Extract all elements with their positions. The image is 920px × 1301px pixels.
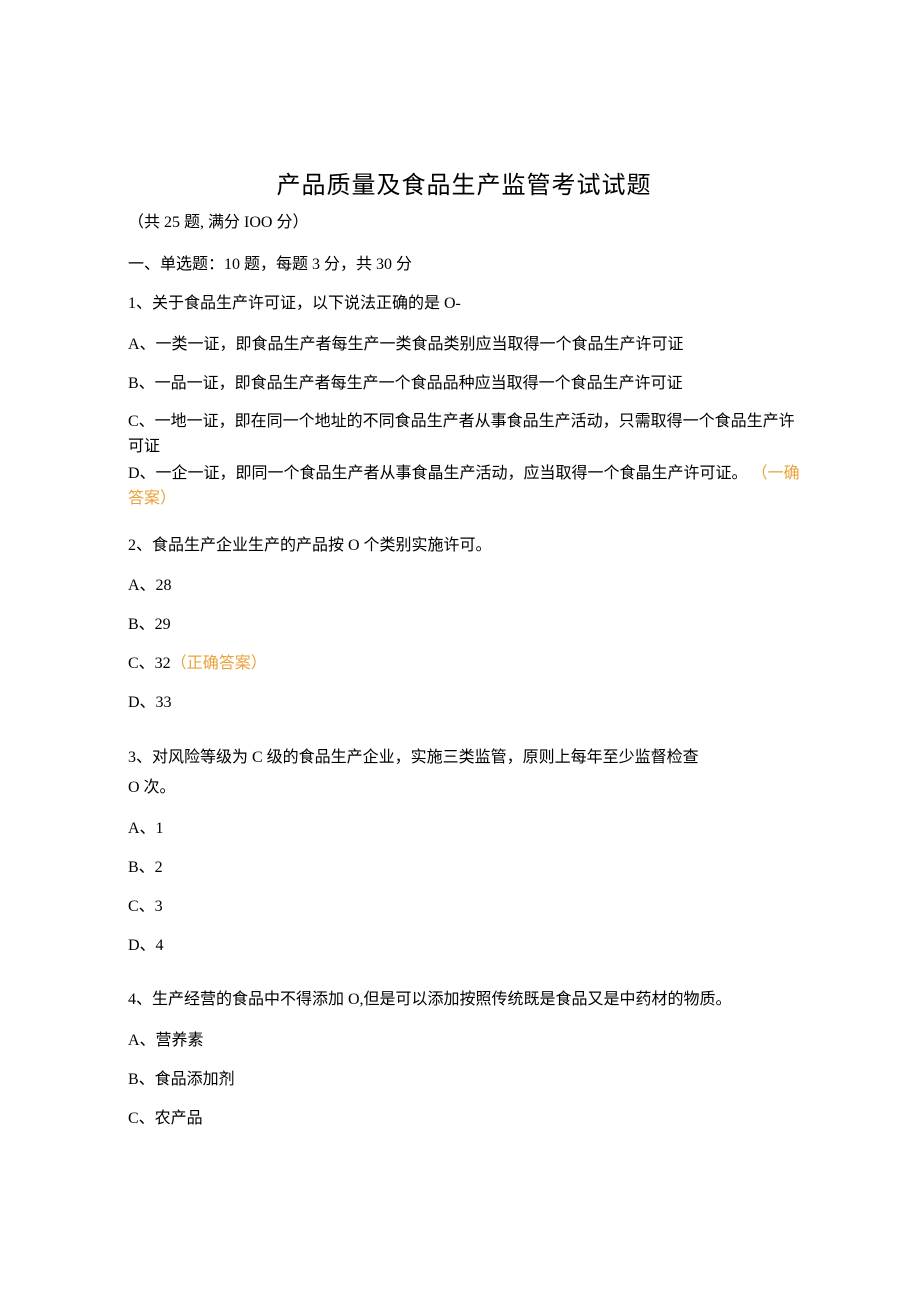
question-1-option-d-text: D、一企一证，即同一个食品生产者从事食晶生产活动，应当取得一个食晶生产许可证。 — [128, 465, 752, 482]
question-4-option-c: C、农产品 — [128, 1107, 800, 1132]
question-3-line1: 3、对风险等级为 C 级的食品生产企业，实施三类监管，原则上每年至少监督检查 — [128, 746, 800, 771]
document-title: 产品质量及食品生产监管考试试题 — [128, 165, 800, 200]
question-3-line2: O 次。 — [128, 776, 800, 801]
question-1-text: 1、关于食品生产许可证，以下说法正确的是 O- — [128, 292, 800, 317]
question-2-option-d: D、33 — [128, 691, 800, 716]
question-3-option-a: A、1 — [128, 817, 800, 842]
question-4-option-a: A、营养素 — [128, 1029, 800, 1054]
question-2-option-c: C、32（正确答案） — [128, 652, 800, 677]
exam-document: 产品质量及食品生产监管考试试题 （共 25 题, 满分 IOO 分） 一、单选题… — [0, 0, 920, 1246]
question-2-option-b: B、29 — [128, 613, 800, 638]
question-4-option-b: B、食品添加剂 — [128, 1068, 800, 1093]
question-2-answer-marker: （正确答案） — [171, 655, 267, 672]
question-1-option-b: B、一品一证，即食品生产者每生产一个食品品种应当取得一个食品生产许可证 — [128, 372, 800, 397]
question-4-text: 4、生产经营的食品中不得添加 O,但是可以添加按照传统既是食品又是中药材的物质。 — [128, 988, 800, 1013]
question-3-text: 3、对风险等级为 C 级的食品生产企业，实施三类监管，原则上每年至少监督检查 O… — [128, 746, 800, 802]
question-2-option-a: A、28 — [128, 574, 800, 599]
question-1-option-d: D、一企一证，即同一个食品生产者从事食晶生产活动，应当取得一个食晶生产许可证。 … — [128, 462, 800, 512]
question-3-option-d: D、4 — [128, 934, 800, 959]
question-3-option-b: B、2 — [128, 856, 800, 881]
question-2-option-c-text: C、32 — [128, 655, 171, 672]
section-1-header: 一、单选题：10 题，每题 3 分，共 30 分 — [128, 250, 800, 274]
question-3-option-c: C、3 — [128, 895, 800, 920]
question-1-option-a: A、一类一证，即食品生产者每生产一类食品类别应当取得一个食品生产许可证 — [128, 333, 800, 358]
question-2-text: 2、食品生产企业生产的产品按 O 个类别实施许可。 — [128, 534, 800, 559]
question-1-option-c: C、一地一证，即在同一个地址的不同食品生产者从事食品生产活动，只需取得一个食品生… — [128, 410, 800, 460]
document-subtitle: （共 25 题, 满分 IOO 分） — [128, 208, 800, 232]
